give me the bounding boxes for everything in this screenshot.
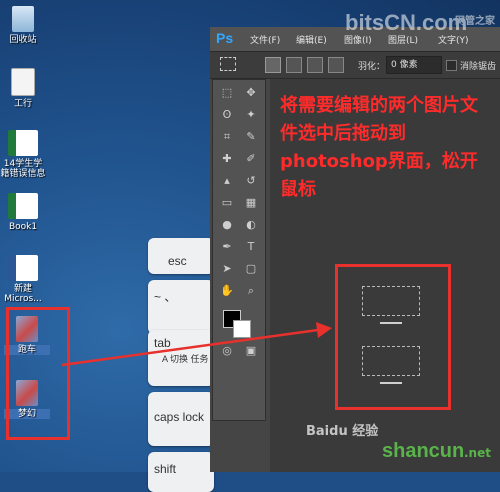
watermark-bottom: Baidu 经验 shancun .net — [306, 424, 491, 462]
drag-arrow-line — [61, 328, 319, 367]
drag-arrow-head — [316, 322, 332, 338]
watermark-top: bitsCN.com 网管之家 — [345, 10, 495, 35]
drag-arrow — [61, 322, 332, 367]
